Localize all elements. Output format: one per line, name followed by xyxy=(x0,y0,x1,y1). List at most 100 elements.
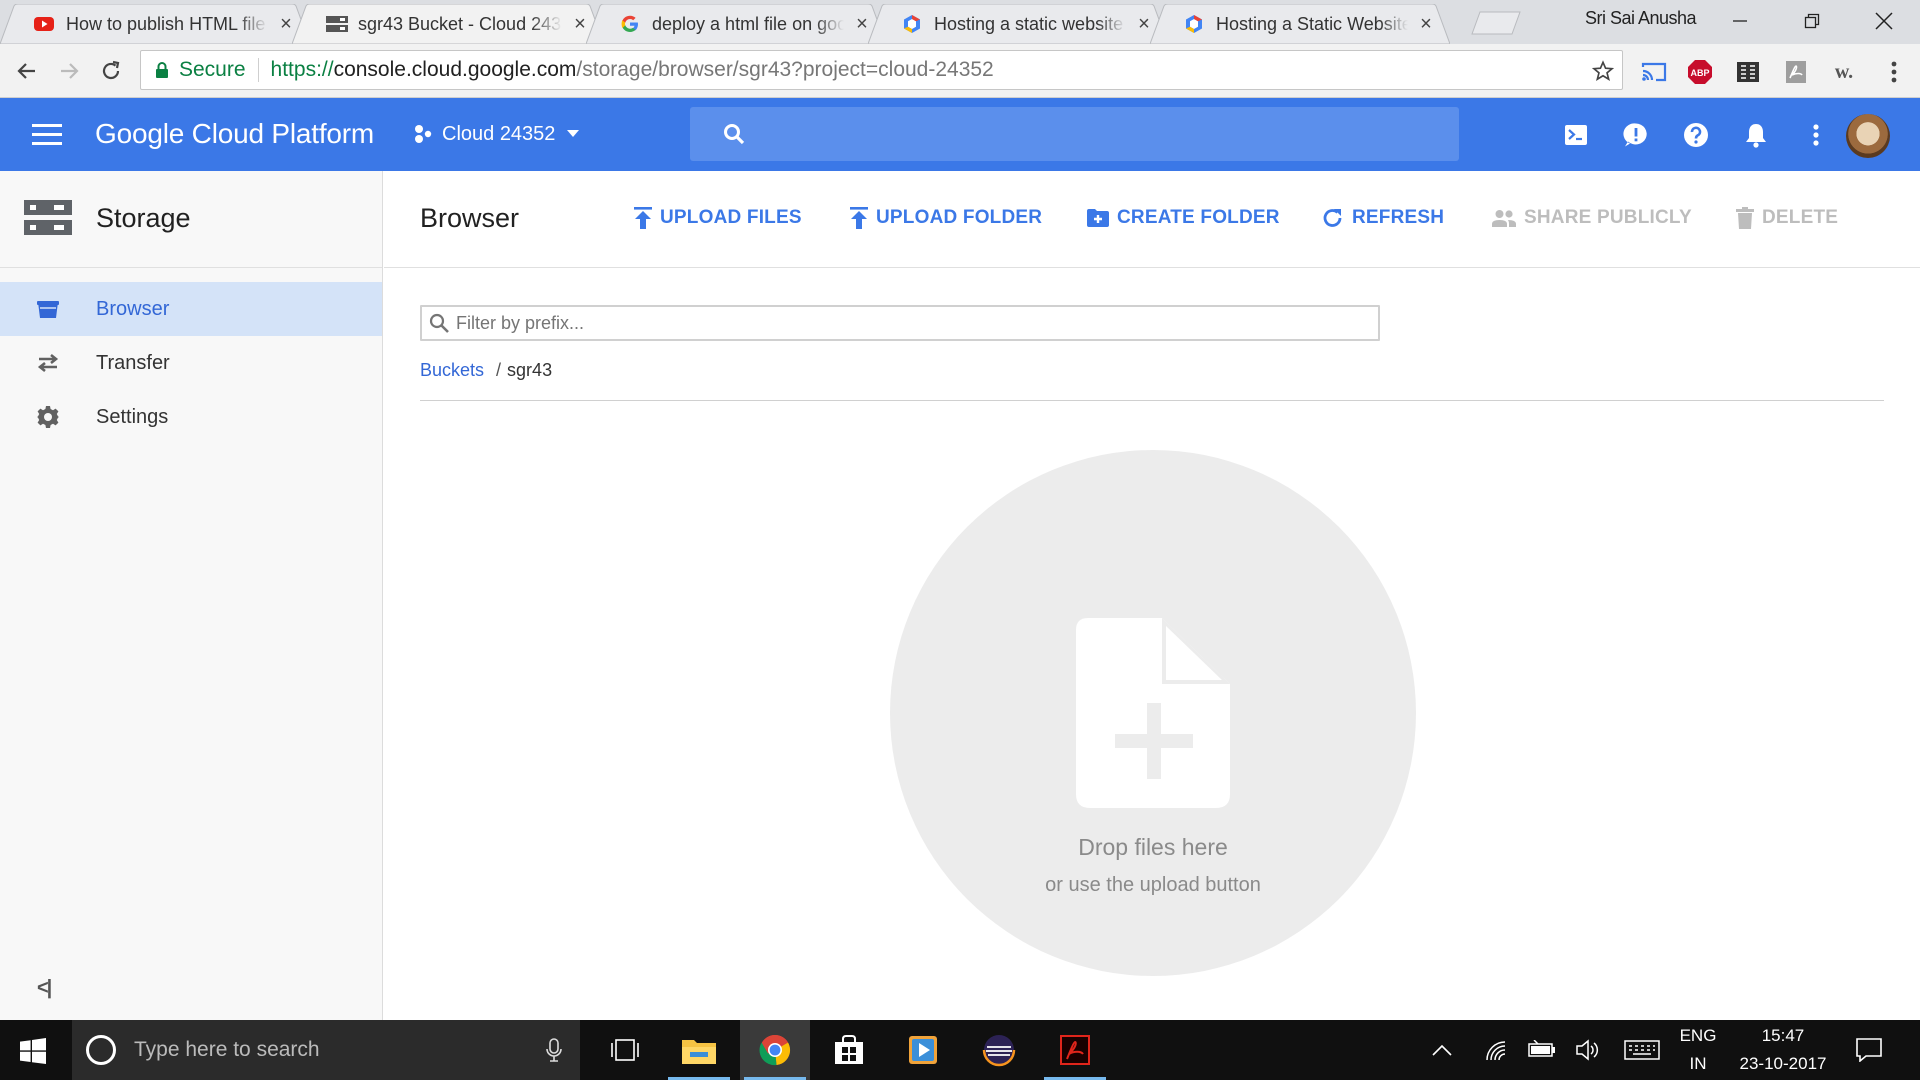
restore-button[interactable] xyxy=(1776,0,1848,42)
acrobat-icon[interactable] xyxy=(1040,1020,1110,1080)
browser-tab-active[interactable]: sgr43 Bucket - Cloud 24352 × xyxy=(292,4,604,44)
breadcrumb-buckets-link[interactable]: Buckets xyxy=(420,360,484,381)
reader-icon[interactable] xyxy=(1734,58,1762,86)
refresh-button[interactable]: REFRESH xyxy=(1322,207,1444,229)
wifi-icon[interactable] xyxy=(1484,1040,1508,1062)
upload-folder-button[interactable]: UPLOAD FOLDER xyxy=(850,207,1042,229)
bucket-icon xyxy=(36,297,60,321)
project-dots-icon xyxy=(415,125,432,143)
refresh-icon xyxy=(1323,209,1342,227)
windows-start-icon[interactable] xyxy=(20,1038,46,1064)
project-name: Cloud 24352 xyxy=(442,122,556,145)
clock[interactable]: 15:47 23-10-2017 xyxy=(1730,1022,1836,1078)
chevron-up-icon[interactable] xyxy=(1432,1044,1452,1056)
gcp-icon xyxy=(902,14,922,34)
project-selector[interactable]: Cloud 24352 xyxy=(412,120,587,148)
filter-input[interactable]: Filter by prefix... xyxy=(420,305,1380,341)
cast-icon[interactable] xyxy=(1640,58,1668,86)
eclipse-icon[interactable] xyxy=(964,1020,1034,1080)
volume-icon[interactable] xyxy=(1576,1039,1602,1061)
sidebar-item-browser[interactable]: Browser xyxy=(0,282,382,336)
file-explorer-icon[interactable] xyxy=(664,1020,734,1080)
add-file-icon xyxy=(1076,618,1230,808)
collapse-sidebar-button[interactable]: <| xyxy=(37,977,52,1000)
create-folder-button[interactable]: CREATE FOLDER xyxy=(1087,207,1280,229)
media-player-icon[interactable] xyxy=(888,1020,958,1080)
share-publicly-button[interactable]: SHARE PUBLICLY xyxy=(1492,207,1692,229)
browser-tab[interactable]: Hosting a static website on × xyxy=(868,4,1168,44)
profile-name[interactable]: Sri Sai Anusha xyxy=(1585,8,1697,29)
more-options-icon[interactable] xyxy=(1801,120,1831,150)
language-indicator[interactable]: ENG IN xyxy=(1674,1022,1722,1078)
clock-time: 15:47 xyxy=(1761,1026,1805,1045)
cloud-shell-icon[interactable] xyxy=(1561,120,1591,150)
gcp-header: Google Cloud Platform Cloud 24352 xyxy=(0,98,1920,171)
lock-icon xyxy=(156,62,168,78)
acrobat-icon[interactable] xyxy=(1782,58,1810,86)
gear-icon xyxy=(36,405,60,429)
browser-tab[interactable]: deploy a html file on google × xyxy=(586,4,886,44)
forward-button[interactable] xyxy=(54,56,84,86)
filter-placeholder: Filter by prefix... xyxy=(456,312,585,333)
delete-button[interactable]: DELETE xyxy=(1736,207,1838,229)
sidebar-header: Storage xyxy=(0,171,382,268)
hamburger-menu-icon[interactable] xyxy=(32,122,62,146)
search-icon xyxy=(429,313,449,333)
reload-button[interactable] xyxy=(96,56,126,86)
storage-icon xyxy=(24,200,72,235)
menu-icon[interactable] xyxy=(1880,58,1908,86)
task-view-icon[interactable] xyxy=(590,1020,660,1080)
breadcrumb: Buckets / sgr43 xyxy=(420,360,552,381)
tab-title: Hosting a Static Website xyxy=(1216,13,1408,34)
upload-icon xyxy=(634,207,652,229)
adblock-icon[interactable]: ABP xyxy=(1686,58,1714,86)
address-bar[interactable]: Secure https://console.cloud.google.com/… xyxy=(140,50,1623,90)
back-button[interactable] xyxy=(12,56,42,86)
store-icon[interactable] xyxy=(814,1020,884,1080)
search-input[interactable] xyxy=(690,107,1459,161)
w-extension-icon[interactable]: w. xyxy=(1830,58,1858,86)
breadcrumb-current: sgr43 xyxy=(507,360,553,380)
windows-taskbar: Type here to search ENG IN 15:47 23-10-2… xyxy=(0,1020,1920,1080)
upload-icon xyxy=(850,207,868,229)
gcp-icon xyxy=(1184,14,1204,34)
svg-text:ABP: ABP xyxy=(1690,68,1709,78)
microphone-icon[interactable] xyxy=(546,1038,562,1062)
taskbar-search-input[interactable]: Type here to search xyxy=(72,1020,580,1080)
upload-files-button[interactable]: UPLOAD FILES xyxy=(634,207,802,229)
sidebar-item-transfer[interactable]: Transfer xyxy=(0,336,382,390)
notifications-bell-icon[interactable] xyxy=(1741,120,1771,150)
product-title[interactable]: Google Cloud Platform xyxy=(95,118,374,150)
browser-tab[interactable]: Hosting a Static Website × xyxy=(1150,4,1450,44)
breadcrumb-separator: / xyxy=(496,360,502,380)
minimize-button[interactable] xyxy=(1704,0,1776,42)
url-text[interactable]: https://console.cloud.google.com/storage… xyxy=(259,58,994,82)
keyboard-icon[interactable] xyxy=(1624,1040,1660,1060)
url-host: console.cloud.google.com xyxy=(333,58,577,81)
tab-title: Hosting a static website on xyxy=(934,13,1126,34)
close-tab-icon[interactable]: × xyxy=(1416,13,1436,36)
bookmark-star-icon[interactable] xyxy=(1592,60,1614,82)
close-window-button[interactable] xyxy=(1848,0,1920,42)
action-label: UPLOAD FOLDER xyxy=(876,207,1043,228)
url-path: /storage/browser/sgr43?project=cloud-243… xyxy=(576,58,994,81)
language-code: ENG xyxy=(1679,1026,1717,1045)
action-label: CREATE FOLDER xyxy=(1117,207,1280,228)
battery-icon[interactable] xyxy=(1528,1040,1556,1058)
action-center-icon[interactable] xyxy=(1856,1038,1882,1062)
chrome-icon[interactable] xyxy=(740,1020,810,1080)
youtube-icon xyxy=(34,14,54,34)
avatar[interactable] xyxy=(1846,114,1890,158)
divider xyxy=(420,400,1884,401)
browser-tab[interactable]: How to publish HTML file × xyxy=(0,4,310,44)
secure-label: Secure xyxy=(179,58,259,82)
feedback-icon[interactable] xyxy=(1621,120,1651,150)
tab-title: How to publish HTML file xyxy=(66,13,266,34)
new-tab-button[interactable] xyxy=(1470,10,1522,36)
transfer-icon xyxy=(36,351,60,375)
sidebar: Storage Browser Transfer Settings <| xyxy=(0,171,383,1020)
cortana-icon xyxy=(86,1035,116,1065)
help-icon[interactable] xyxy=(1681,120,1711,150)
action-label: REFRESH xyxy=(1352,207,1445,228)
sidebar-item-settings[interactable]: Settings xyxy=(0,390,382,444)
